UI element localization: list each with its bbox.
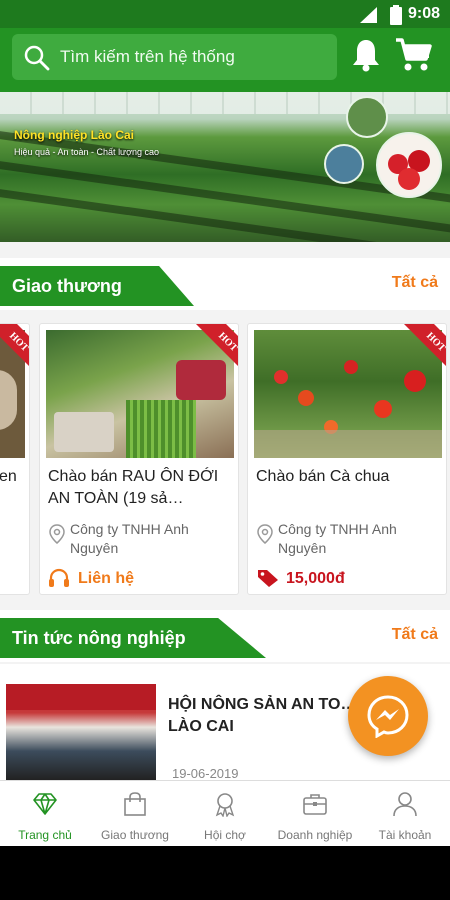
header-bar: Tìm kiếm trên hệ thống (0, 28, 450, 92)
hot-badge-icon: HOT (0, 324, 29, 366)
bottom-navigation: Trang chủ Giao thương Hội chợ Doanh nghi… (0, 780, 450, 846)
banner-photo-worker (324, 144, 364, 184)
signal-icon (360, 7, 377, 23)
messenger-chat-button[interactable] (348, 676, 428, 756)
nav-fair[interactable]: Hội chợ (180, 781, 270, 846)
nav-home[interactable]: Trang chủ (0, 781, 90, 846)
tag-icon (258, 570, 278, 587)
news-headline: HỘI NÔNG SẢN AN TO… LÀO CAI (168, 696, 357, 735)
trade-see-all-link[interactable]: Tất cả (392, 274, 438, 292)
hot-badge-icon: HOT (196, 324, 238, 366)
nav-label: Giao thương (101, 828, 169, 842)
trade-section-title: Giao thương (0, 266, 194, 306)
product-price: 15,000đ (286, 570, 345, 587)
shopping-bag-icon (124, 792, 146, 816)
news-thumbnail (6, 684, 156, 780)
nav-label: Tài khoản (378, 828, 432, 842)
banner-photo-tomatoes (376, 132, 442, 198)
news-date: 19-06-2019 (172, 766, 239, 781)
medal-icon (215, 793, 235, 817)
search-placeholder: Tìm kiếm trên hệ thống (60, 47, 235, 66)
product-carousel[interactable]: HOT en HOT Chào bán RAU ÔN ĐỚI AN TOÀN (… (0, 318, 450, 600)
clock: 9:08 (407, 5, 440, 22)
bell-icon[interactable] (351, 38, 381, 72)
headset-icon (49, 568, 69, 587)
banner-subtitle: Hiệu quả - An toàn - Chất lượng cao (14, 147, 160, 157)
location-pin-icon (257, 524, 273, 544)
news-section-header: Tin tức nông nghiệp Tất cả (0, 610, 450, 662)
product-name: Chào bán RAU ÔN ĐỚI AN TOÀN (19 sả… (48, 468, 219, 507)
nav-label: Doanh nghiệp (277, 828, 353, 842)
hot-badge-icon: HOT (404, 324, 446, 366)
company-name: Công ty TNHH Anh Nguyên (278, 521, 397, 556)
nav-account[interactable]: Tài khoản (360, 781, 450, 846)
product-card[interactable]: HOT Chào bán Cà chua Công ty TNHH Anh Ng… (247, 323, 447, 595)
app-screen: 9:08 Tìm kiếm trên hệ thống Nông nghiệp … (0, 0, 450, 846)
trade-section-header: Giao thương Tất cả (0, 258, 450, 310)
user-icon (393, 792, 417, 817)
product-name: en (0, 468, 17, 485)
promo-banner[interactable]: Nông nghiệp Lào Cai Hiệu quả - An toàn -… (0, 92, 450, 242)
nav-label: Hội chợ (204, 828, 246, 842)
diamond-icon (33, 793, 57, 815)
briefcase-icon (303, 794, 327, 815)
nav-label: Trang chủ (18, 828, 72, 842)
search-input[interactable]: Tìm kiếm trên hệ thống (12, 34, 337, 80)
product-price: Liên hệ (78, 570, 135, 587)
nav-trade[interactable]: Giao thương (90, 781, 180, 846)
search-icon (24, 45, 50, 71)
company-name: Công ty TNHH Anh Nguyên (70, 521, 189, 556)
cart-icon[interactable] (394, 37, 432, 73)
banner-title: Nông nghiệp Lào Cai (14, 128, 134, 142)
nav-business[interactable]: Doanh nghiệp (270, 781, 360, 846)
messenger-icon (367, 695, 409, 738)
location-pin-icon (49, 524, 65, 544)
product-name: Chào bán Cà chua (256, 468, 390, 485)
battery-icon (390, 5, 402, 25)
banner-photo-farmer (346, 96, 388, 138)
product-card[interactable]: HOT en (0, 323, 30, 595)
news-see-all-link[interactable]: Tất cả (392, 626, 438, 644)
news-section-title: Tin tức nông nghiệp (0, 618, 266, 658)
status-bar: 9:08 (0, 0, 450, 28)
product-card[interactable]: HOT Chào bán RAU ÔN ĐỚI AN TOÀN (19 sả… … (39, 323, 239, 595)
